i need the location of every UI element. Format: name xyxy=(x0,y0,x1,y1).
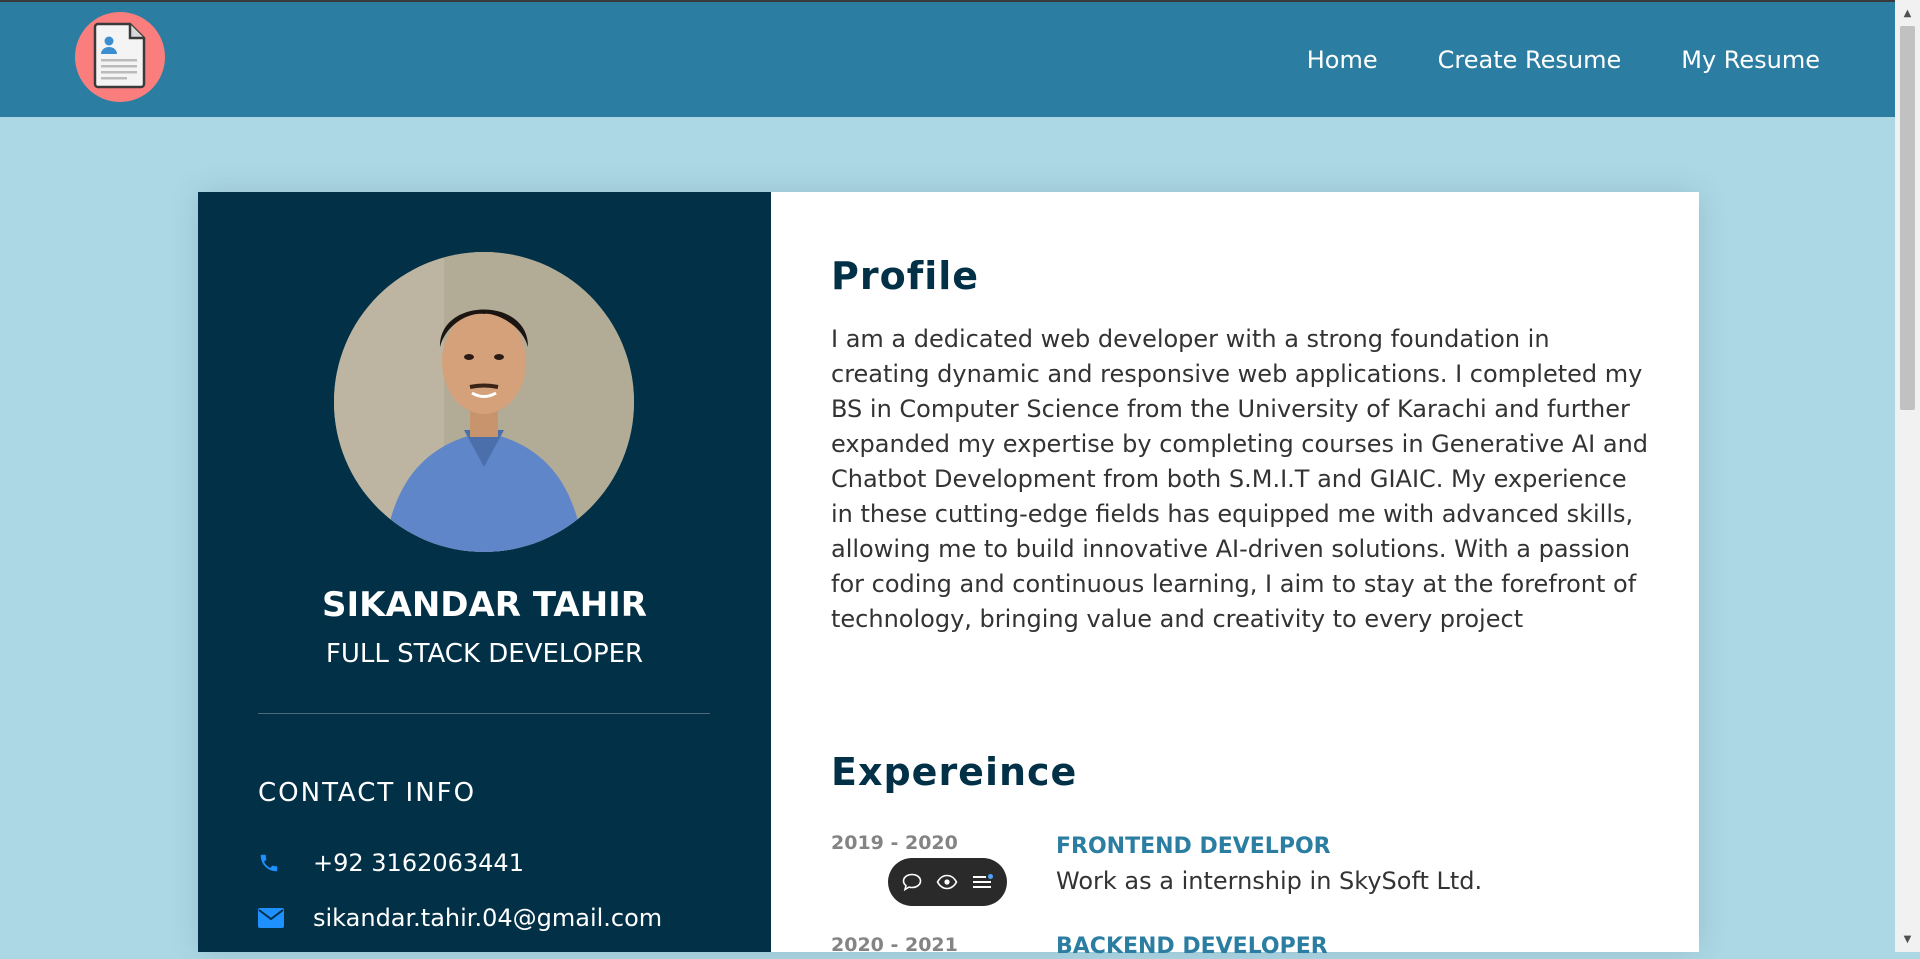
comment-icon[interactable] xyxy=(902,873,922,891)
vertical-scrollbar[interactable]: ▲ ▼ xyxy=(1895,0,1920,952)
nav-my-resume[interactable]: My Resume xyxy=(1681,46,1820,74)
main-nav: Home Create Resume My Resume xyxy=(1307,2,1820,117)
scroll-thumb[interactable] xyxy=(1900,26,1915,410)
eye-icon[interactable] xyxy=(936,874,958,890)
profile-photo xyxy=(334,252,634,552)
contact-phone: +92 3162063441 xyxy=(258,849,524,877)
email-address[interactable]: sikandar.tahir.04@gmail.com xyxy=(313,904,662,932)
contact-heading: CONTACT INFO xyxy=(258,778,477,808)
person-name: SIKANDAR TAHIR xyxy=(322,585,647,625)
site-header: Home Create Resume My Resume xyxy=(0,2,1895,117)
phone-number: +92 3162063441 xyxy=(313,849,524,877)
resume-card: SIKANDAR TAHIR FULL STACK DEVELOPER CONT… xyxy=(198,192,1699,959)
experience-years: 2020 - 2021 xyxy=(831,934,958,956)
contact-email: sikandar.tahir.04@gmail.com xyxy=(258,904,662,932)
resume-sidebar: SIKANDAR TAHIR FULL STACK DEVELOPER CONT… xyxy=(198,192,771,952)
experience-heading: Expereince xyxy=(831,750,1078,794)
profile-text: I am a dedicated web developer with a st… xyxy=(831,325,1649,633)
nav-create-resume[interactable]: Create Resume xyxy=(1438,46,1622,74)
job-title: FULL STACK DEVELOPER xyxy=(325,639,644,669)
floating-toolbar xyxy=(888,858,1007,906)
experience-years: 2019 - 2020 xyxy=(831,832,958,854)
profile-heading: Profile xyxy=(831,254,980,298)
logo[interactable] xyxy=(75,12,165,102)
experience-title: FRONTEND DEVELPOR xyxy=(1056,834,1331,859)
experience-title: BACKEND DEVELOPER xyxy=(1056,934,1328,959)
scroll-up-arrow-icon[interactable]: ▲ xyxy=(1895,2,1920,24)
resume-document-icon xyxy=(92,21,148,93)
scroll-down-arrow-icon[interactable]: ▼ xyxy=(1895,928,1920,950)
resume-main: Profile I am a dedicated web developer w… xyxy=(771,192,1699,959)
sidebar-divider xyxy=(258,713,710,714)
nav-home[interactable]: Home xyxy=(1307,46,1378,74)
list-icon[interactable] xyxy=(972,873,994,891)
experience-description: Work as a internship in SkySoft Ltd. xyxy=(1056,867,1483,895)
envelope-icon xyxy=(258,908,313,928)
phone-icon xyxy=(258,852,313,874)
